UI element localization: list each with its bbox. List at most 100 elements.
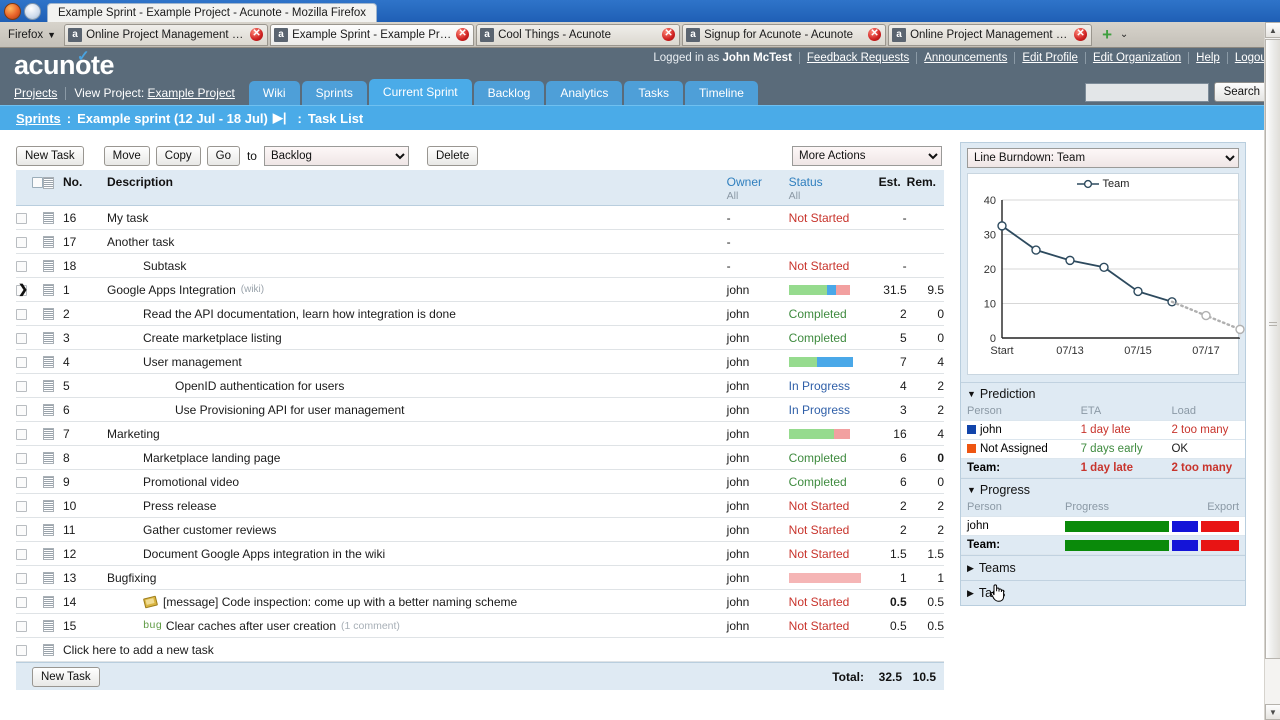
row-note-cell[interactable] [43, 494, 63, 518]
row-owner[interactable]: john [727, 374, 789, 398]
tags-section[interactable]: ▶ Tags [961, 580, 1245, 605]
link-announcements[interactable]: Announcements [917, 52, 1015, 64]
row-note-cell[interactable] [43, 374, 63, 398]
expander-icon[interactable]: ❯ [18, 282, 28, 296]
row-description-cell[interactable]: Google Apps Integration(wiki) [107, 278, 727, 302]
row-owner[interactable]: - [727, 254, 789, 278]
row-owner[interactable]: john [727, 518, 789, 542]
new-tab-icon[interactable]: + [1098, 26, 1116, 44]
row-estimate[interactable]: 6 [873, 470, 907, 494]
row-checkbox[interactable] [16, 381, 27, 392]
row-status[interactable]: In Progress [789, 374, 873, 398]
link-feedback-requests-label[interactable]: Feedback Requests [807, 52, 909, 64]
row-status[interactable]: Not Started [789, 206, 873, 230]
close-icon[interactable]: ✕ [250, 28, 263, 41]
browser-tab-3[interactable]: a Signup for Acunote - Acunote ✕ [682, 24, 886, 46]
row-remaining[interactable]: 2 [907, 374, 944, 398]
delete-button[interactable]: Delete [427, 146, 478, 166]
row-estimate[interactable]: 31.5 [873, 278, 907, 302]
note-icon[interactable] [43, 332, 54, 344]
teams-section[interactable]: ▶ Teams [961, 555, 1245, 580]
table-row[interactable]: 13Bugfixingjohn11 [16, 566, 944, 590]
go-button[interactable]: Go [207, 146, 240, 166]
note-icon[interactable] [43, 620, 54, 632]
close-icon[interactable]: ✕ [662, 28, 675, 41]
row-estimate[interactable]: - [873, 254, 907, 278]
row-checkbox[interactable] [16, 645, 27, 656]
row-note-cell[interactable] [43, 254, 63, 278]
progress-export-header[interactable]: Export [1163, 500, 1245, 517]
browser-tab-1[interactable]: a Example Sprint - Example Project - ...… [270, 24, 474, 46]
row-checkbox[interactable] [16, 213, 27, 224]
close-icon[interactable]: ✕ [1074, 28, 1087, 41]
note-icon[interactable] [43, 284, 54, 296]
row-description-cell[interactable]: Promotional video [107, 470, 727, 494]
row-remaining[interactable] [907, 206, 944, 230]
table-row[interactable]: 17Another task- [16, 230, 944, 254]
row-remaining[interactable]: 1.5 [907, 542, 944, 566]
row-remaining[interactable]: 2 [907, 518, 944, 542]
row-owner[interactable]: john [727, 278, 789, 302]
table-row[interactable]: 14[message] Code inspection: come up wit… [16, 590, 944, 614]
row-checkbox[interactable] [16, 237, 27, 248]
scroll-down-icon[interactable]: ▼ [1265, 704, 1280, 720]
table-row[interactable]: 7Marketingjohn164 [16, 422, 944, 446]
search-input[interactable] [1085, 83, 1209, 102]
row-description-cell[interactable]: bugClear caches after user creation(1 co… [107, 614, 727, 638]
tab-tasks[interactable]: Tasks [624, 81, 683, 105]
table-row[interactable]: 15bugClear caches after user creation(1 … [16, 614, 944, 638]
row-remaining[interactable]: 4 [907, 422, 944, 446]
row-status[interactable]: Not Started [789, 614, 873, 638]
table-row[interactable]: 6Use Provisioning API for user managemen… [16, 398, 944, 422]
table-row[interactable]: 11Gather customer reviewsjohnNot Started… [16, 518, 944, 542]
row-description-cell[interactable]: User management [107, 350, 727, 374]
row-description-cell[interactable]: Document Google Apps integration in the … [107, 542, 727, 566]
table-row[interactable]: 4User managementjohn74 [16, 350, 944, 374]
row-estimate[interactable]: 16 [873, 422, 907, 446]
list-all-tabs-icon[interactable]: ⌄ [1116, 29, 1132, 40]
row-estimate[interactable]: 5 [873, 326, 907, 350]
table-row[interactable]: 16My task-Not Started- [16, 206, 944, 230]
row-remaining[interactable]: 2 [907, 494, 944, 518]
row-remaining[interactable]: 2 [907, 398, 944, 422]
browser-tab-0[interactable]: a Online Project Management and Scr... ✕ [64, 24, 268, 46]
row-remaining[interactable]: 0.5 [907, 614, 944, 638]
add-task-row[interactable]: Click here to add a new task [16, 638, 944, 662]
table-row[interactable]: 2Read the API documentation, learn how i… [16, 302, 944, 326]
close-icon[interactable]: ✕ [868, 28, 881, 41]
note-icon[interactable] [43, 236, 54, 248]
progress-title-row[interactable]: ▼ Progress [961, 479, 1245, 500]
note-icon[interactable] [43, 428, 54, 440]
note-icon[interactable] [43, 308, 54, 320]
link-help[interactable]: Help [1189, 52, 1228, 64]
close-icon[interactable]: ✕ [456, 28, 469, 41]
row-checkbox[interactable] [16, 261, 27, 272]
row-owner[interactable]: john [727, 590, 789, 614]
note-icon[interactable] [43, 500, 54, 512]
vertical-scrollbar[interactable]: ▲ ▼ [1264, 22, 1280, 720]
row-checkbox[interactable] [16, 621, 27, 632]
row-description-cell[interactable]: OpenID authentication for users [107, 374, 727, 398]
row-checkbox[interactable] [16, 549, 27, 560]
tab-timeline[interactable]: Timeline [685, 81, 758, 105]
row-note-cell[interactable] [43, 542, 63, 566]
table-row[interactable]: 18Subtask-Not Started- [16, 254, 944, 278]
row-checkbox[interactable] [16, 429, 27, 440]
link-project-name[interactable]: Example Project [148, 86, 235, 100]
row-note-cell[interactable] [43, 518, 63, 542]
row-note-cell[interactable] [43, 446, 63, 470]
note-icon[interactable] [43, 452, 54, 464]
owner-header[interactable]: Owner All [727, 170, 789, 206]
row-note-cell[interactable] [43, 470, 63, 494]
row-description-cell[interactable]: Gather customer reviews [107, 518, 727, 542]
new-task-button[interactable]: New Task [16, 146, 84, 166]
row-remaining[interactable]: 9.5 [907, 278, 944, 302]
status-header[interactable]: Status All [789, 170, 873, 206]
link-help-label[interactable]: Help [1196, 52, 1220, 64]
row-remaining[interactable] [907, 230, 944, 254]
browser-tab-2[interactable]: a Cool Things - Acunote ✕ [476, 24, 680, 46]
link-feedback-requests[interactable]: Feedback Requests [800, 52, 917, 64]
note-icon[interactable] [43, 212, 54, 224]
row-note-cell[interactable] [43, 566, 63, 590]
row-status[interactable]: Completed [789, 302, 873, 326]
